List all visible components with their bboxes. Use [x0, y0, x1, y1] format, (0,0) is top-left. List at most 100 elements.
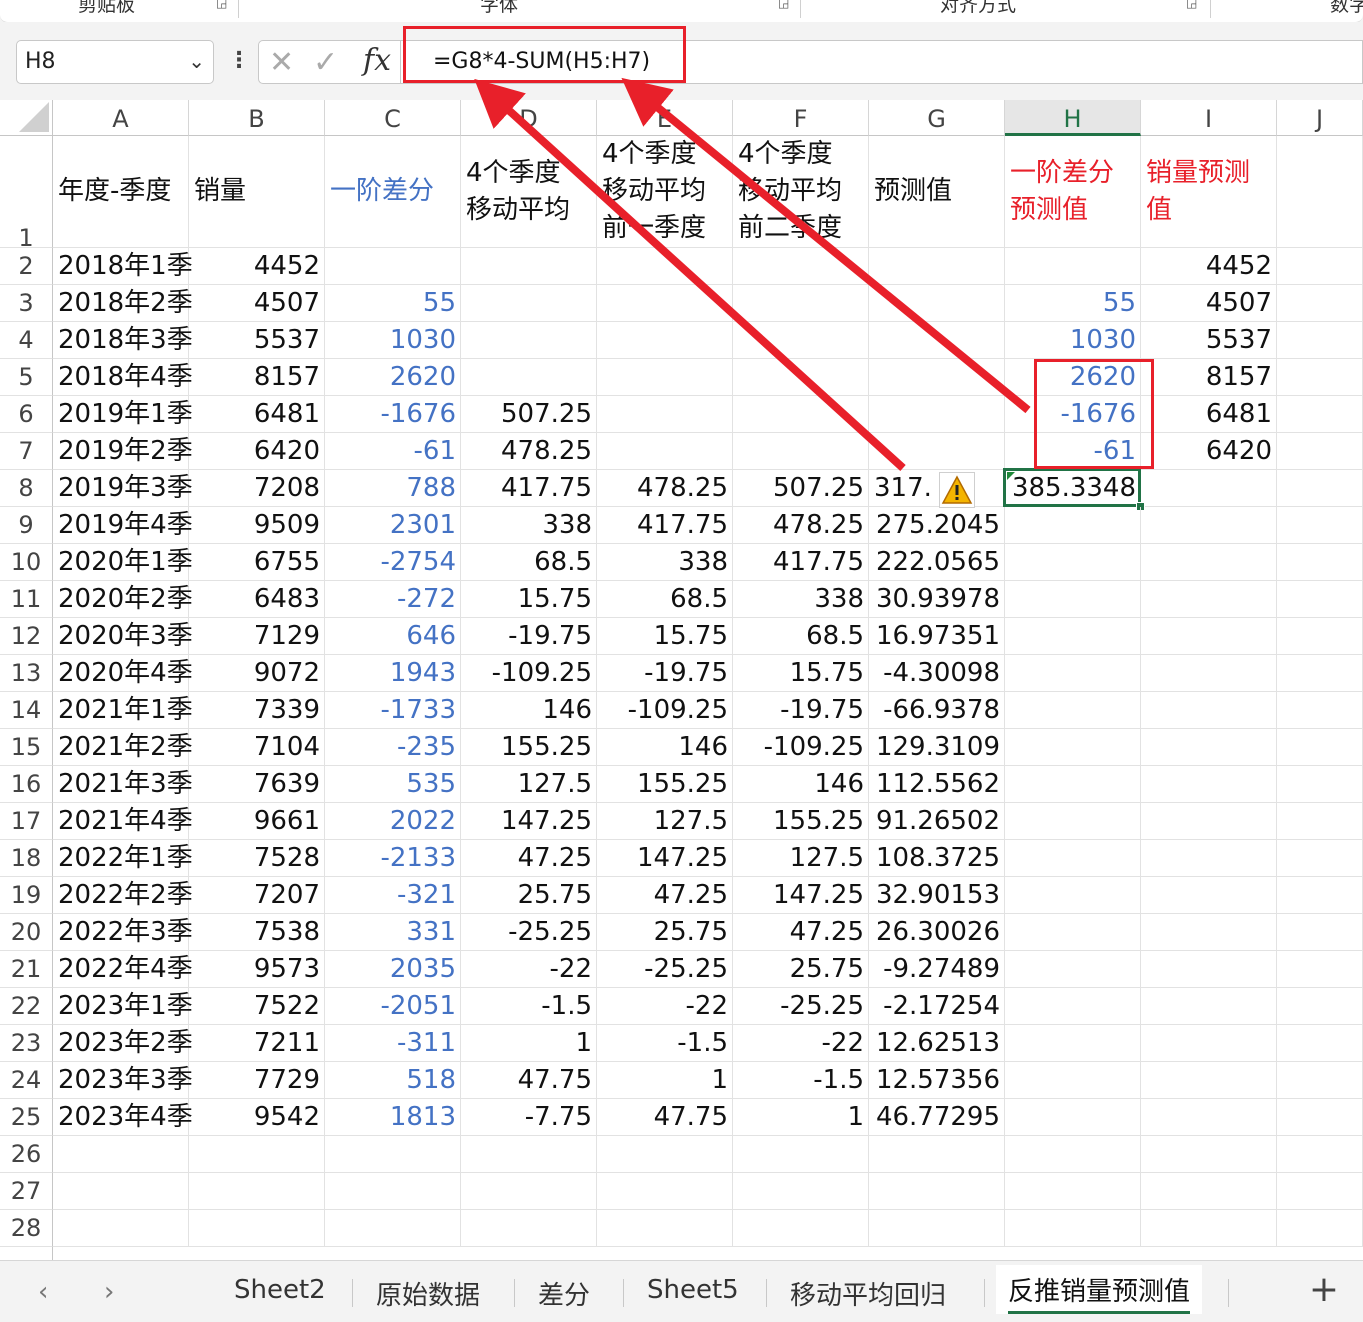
- cell-b2[interactable]: 4452: [189, 248, 325, 285]
- cell-i20[interactable]: [1141, 914, 1277, 951]
- cell-c5[interactable]: 2620: [325, 359, 461, 396]
- cell-j27[interactable]: [1277, 1173, 1363, 1210]
- cell-e11[interactable]: 68.5: [597, 581, 733, 618]
- cell-e17[interactable]: 127.5: [597, 803, 733, 840]
- cell-d8[interactable]: 417.75: [461, 470, 597, 507]
- cell-i3[interactable]: 4507: [1141, 285, 1277, 322]
- cell-a3[interactable]: 2018年2季: [53, 285, 193, 322]
- cell-b15[interactable]: 7104: [189, 729, 325, 766]
- row-header-18[interactable]: 18: [0, 840, 53, 877]
- row-header-26[interactable]: 26: [0, 1136, 53, 1173]
- cell-a7[interactable]: 2019年2季: [53, 433, 193, 470]
- header-year-quarter[interactable]: 年度-季度: [53, 136, 189, 248]
- row-header-14[interactable]: 14: [0, 692, 53, 729]
- row-header-12[interactable]: 12: [0, 618, 53, 655]
- cell-i4[interactable]: 5537: [1141, 322, 1277, 359]
- worksheet-grid[interactable]: A B C D E F G H I J 1 年度-季度 销量 一阶差分 4个季度 移动平均 4个季度 移动平均 前一…: [0, 100, 1363, 1260]
- cell-d13[interactable]: -109.25: [461, 655, 597, 692]
- next-sheet-icon[interactable]: ›: [104, 1277, 114, 1307]
- cell-g18[interactable]: 108.3725: [869, 840, 1005, 877]
- cell-e16[interactable]: 155.25: [597, 766, 733, 803]
- cell-i22[interactable]: [1141, 988, 1277, 1025]
- cell-j22[interactable]: [1277, 988, 1363, 1025]
- row-header-2[interactable]: 2: [0, 248, 53, 285]
- cell-g14[interactable]: -66.9378: [869, 692, 1005, 729]
- cell-g2[interactable]: [869, 248, 1005, 285]
- cell-j10[interactable]: [1277, 544, 1363, 581]
- cell-c16[interactable]: 535: [325, 766, 461, 803]
- cell-d6[interactable]: 507.25: [461, 396, 597, 433]
- cell-g27[interactable]: [869, 1173, 1005, 1210]
- column-header-a[interactable]: A: [53, 100, 189, 136]
- cell-j28[interactable]: [1277, 1210, 1363, 1247]
- cell-b13[interactable]: 9072: [189, 655, 325, 692]
- cell-b6[interactable]: 6481: [189, 396, 325, 433]
- cell-d17[interactable]: 147.25: [461, 803, 597, 840]
- cell-g19[interactable]: 32.90153: [869, 877, 1005, 914]
- cell-a9[interactable]: 2019年4季: [53, 507, 193, 544]
- cell-e5[interactable]: [597, 359, 733, 396]
- cell-e9[interactable]: 417.75: [597, 507, 733, 544]
- cell-h16[interactable]: [1005, 766, 1141, 803]
- cell-e22[interactable]: -22: [597, 988, 733, 1025]
- cell-j3[interactable]: [1277, 285, 1363, 322]
- cell-d4[interactable]: [461, 322, 597, 359]
- cell-c23[interactable]: -311: [325, 1025, 461, 1062]
- cell-d7[interactable]: 478.25: [461, 433, 597, 470]
- cell-g12[interactable]: 16.97351: [869, 618, 1005, 655]
- cell-c18[interactable]: -2133: [325, 840, 461, 877]
- cell-a10[interactable]: 2020年1季: [53, 544, 193, 581]
- cell-g4[interactable]: [869, 322, 1005, 359]
- cell-f19[interactable]: 147.25: [733, 877, 869, 914]
- cell-h22[interactable]: [1005, 988, 1141, 1025]
- sheet-tab-1[interactable]: Sheet2: [234, 1275, 326, 1305]
- row-header-11[interactable]: 11: [0, 581, 53, 618]
- cell-f15[interactable]: -109.25: [733, 729, 869, 766]
- select-all-corner[interactable]: [0, 100, 53, 136]
- cell-e26[interactable]: [597, 1136, 733, 1173]
- cell-c28[interactable]: [325, 1210, 461, 1247]
- cell-a5[interactable]: 2018年4季: [53, 359, 193, 396]
- row-header-16[interactable]: 16: [0, 766, 53, 803]
- cell-d2[interactable]: [461, 248, 597, 285]
- cell-d28[interactable]: [461, 1210, 597, 1247]
- cell-e7[interactable]: [597, 433, 733, 470]
- cell-f23[interactable]: -22: [733, 1025, 869, 1062]
- cell-g11[interactable]: 30.93978: [869, 581, 1005, 618]
- cell-b25[interactable]: 9542: [189, 1099, 325, 1136]
- header-ma4-prev2[interactable]: 4个季度 移动平均 前二季度: [733, 136, 869, 248]
- row-header-28[interactable]: 28: [0, 1210, 53, 1247]
- cell-f27[interactable]: [733, 1173, 869, 1210]
- header-sales-forecast[interactable]: 销量预测值: [1141, 136, 1277, 248]
- cell-f24[interactable]: -1.5: [733, 1062, 869, 1099]
- cell-g17[interactable]: 91.26502: [869, 803, 1005, 840]
- cell-f13[interactable]: 15.75: [733, 655, 869, 692]
- cell-b26[interactable]: [189, 1136, 325, 1173]
- cell-i10[interactable]: [1141, 544, 1277, 581]
- cell-b23[interactable]: 7211: [189, 1025, 325, 1062]
- cell-a27[interactable]: [53, 1173, 189, 1210]
- cell-e27[interactable]: [597, 1173, 733, 1210]
- cell-j14[interactable]: [1277, 692, 1363, 729]
- cell-h10[interactable]: [1005, 544, 1141, 581]
- cell-i2[interactable]: 4452: [1141, 248, 1277, 285]
- cell-e23[interactable]: -1.5: [597, 1025, 733, 1062]
- cell-a25[interactable]: 2023年4季: [53, 1099, 193, 1136]
- row-header-[interactable]: [0, 1247, 53, 1260]
- cell-j8[interactable]: [1277, 470, 1363, 507]
- header-ma4-prev1[interactable]: 4个季度 移动平均 前一季度: [597, 136, 733, 248]
- cell-e19[interactable]: 47.25: [597, 877, 733, 914]
- cell-h28[interactable]: [1005, 1210, 1141, 1247]
- cell-f14[interactable]: -19.75: [733, 692, 869, 729]
- cell-b11[interactable]: 6483: [189, 581, 325, 618]
- cell-c14[interactable]: -1733: [325, 692, 461, 729]
- row-header-5[interactable]: 5: [0, 359, 53, 396]
- cell-b22[interactable]: 7522: [189, 988, 325, 1025]
- cell-a15[interactable]: 2021年2季: [53, 729, 193, 766]
- cell-g5[interactable]: [869, 359, 1005, 396]
- cell-j19[interactable]: [1277, 877, 1363, 914]
- cell-a23[interactable]: 2023年2季: [53, 1025, 193, 1062]
- column-header-j[interactable]: J: [1277, 100, 1363, 136]
- dialog-launcher-icon[interactable]: ◲: [778, 0, 790, 10]
- cell-b27[interactable]: [189, 1173, 325, 1210]
